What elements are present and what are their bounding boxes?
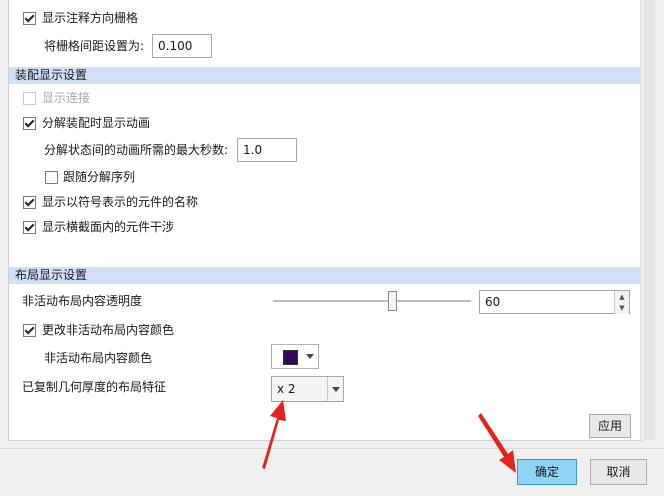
annotation-arrows	[262, 400, 516, 473]
arrow-to-ok-button	[478, 413, 516, 473]
arrow-to-dropdown	[262, 400, 286, 469]
